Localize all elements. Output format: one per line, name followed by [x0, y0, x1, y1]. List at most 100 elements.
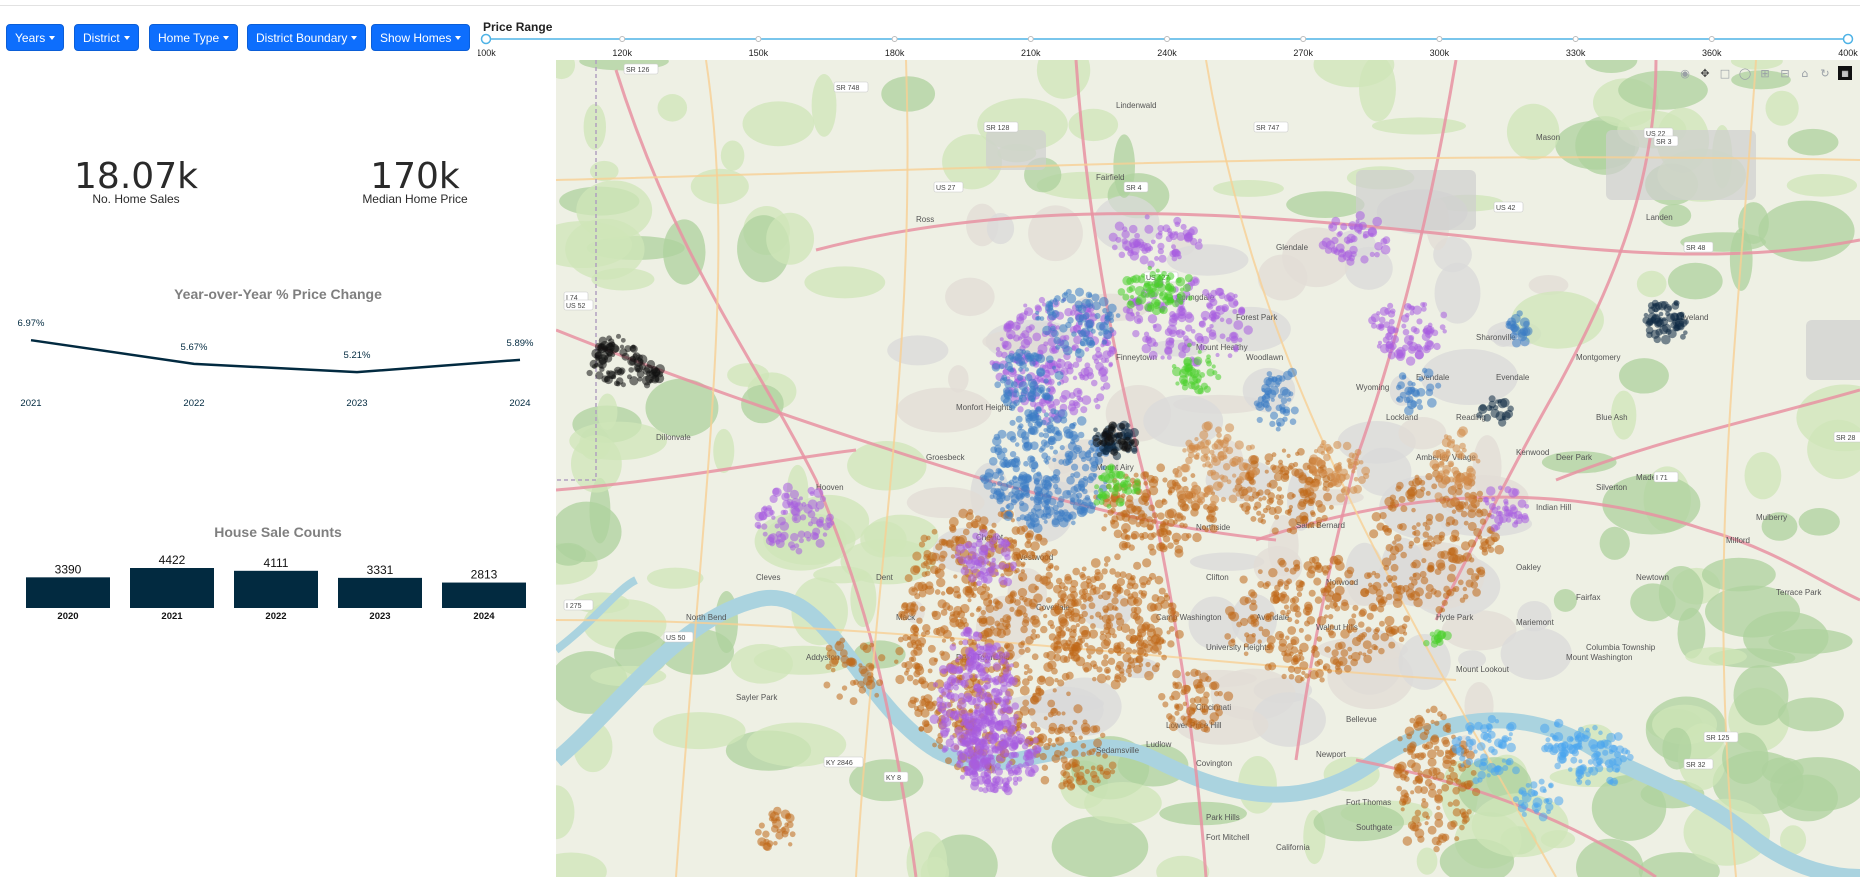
- home-sale-point[interactable]: [1275, 417, 1285, 427]
- home-sale-point[interactable]: [933, 657, 939, 663]
- home-sale-point[interactable]: [916, 704, 925, 713]
- home-sale-point[interactable]: [1045, 550, 1052, 557]
- home-sale-point[interactable]: [1268, 479, 1278, 489]
- home-sale-point[interactable]: [1007, 751, 1016, 759]
- home-sale-point[interactable]: [1374, 251, 1380, 258]
- home-sale-point[interactable]: [1148, 572, 1157, 580]
- home-sale-point[interactable]: [1174, 629, 1184, 639]
- home-sale-point[interactable]: [1111, 597, 1119, 605]
- home-sale-point[interactable]: [1124, 427, 1130, 433]
- home-sale-point[interactable]: [1022, 596, 1028, 603]
- home-sale-point[interactable]: [941, 638, 947, 643]
- home-sale-point[interactable]: [1040, 625, 1048, 634]
- home-sale-point[interactable]: [822, 532, 828, 537]
- home-sale-point[interactable]: [982, 787, 989, 794]
- home-sale-point[interactable]: [1500, 397, 1510, 408]
- home-sale-point[interactable]: [942, 745, 949, 752]
- home-sale-point[interactable]: [1395, 384, 1402, 391]
- home-sale-point[interactable]: [1444, 749, 1450, 755]
- home-sale-point[interactable]: [1427, 757, 1437, 767]
- home-sale-point[interactable]: [1121, 445, 1128, 452]
- home-sale-point[interactable]: [1651, 302, 1661, 313]
- home-sale-point[interactable]: [968, 738, 977, 746]
- home-sale-point[interactable]: [1479, 403, 1487, 412]
- home-sale-point[interactable]: [1441, 783, 1450, 792]
- home-sale-point[interactable]: [931, 610, 938, 617]
- home-sale-point[interactable]: [1196, 369, 1201, 374]
- home-sale-point[interactable]: [920, 631, 927, 638]
- home-sale-point[interactable]: [629, 376, 639, 386]
- home-sale-point[interactable]: [968, 574, 977, 583]
- home-sale-point[interactable]: [1086, 644, 1096, 655]
- home-sale-point[interactable]: [1046, 424, 1056, 434]
- home-sale-point[interactable]: [980, 475, 990, 484]
- home-sale-point[interactable]: [1440, 713, 1447, 721]
- home-sale-point[interactable]: [953, 590, 961, 599]
- home-sale-point[interactable]: [1570, 756, 1578, 764]
- home-sale-point[interactable]: [1269, 420, 1276, 427]
- home-sale-point[interactable]: [1079, 625, 1090, 636]
- home-sale-point[interactable]: [1538, 778, 1545, 785]
- home-sale-point[interactable]: [1501, 758, 1506, 763]
- home-sale-point[interactable]: [1476, 508, 1482, 514]
- home-sale-point[interactable]: [1088, 629, 1099, 639]
- home-sale-point[interactable]: [1175, 276, 1186, 287]
- home-sale-point[interactable]: [929, 714, 940, 725]
- price-range-track[interactable]: 100k 120k 150k 180k 210k 240k 270k 300k 330k 360k…: [478, 33, 1860, 59]
- home-sale-point[interactable]: [1028, 459, 1039, 470]
- home-sale-point[interactable]: [1513, 520, 1519, 525]
- home-sale-point[interactable]: [1142, 639, 1148, 645]
- home-sale-point[interactable]: [1051, 754, 1061, 763]
- home-sale-point[interactable]: [1388, 318, 1395, 325]
- home-sale-point[interactable]: [1196, 681, 1204, 689]
- home-sale-point[interactable]: [1023, 460, 1029, 467]
- home-sale-point[interactable]: [1032, 554, 1037, 560]
- home-sale-point[interactable]: [1267, 492, 1275, 500]
- home-sale-point[interactable]: [1108, 363, 1113, 368]
- home-sale-point[interactable]: [1539, 786, 1547, 793]
- home-sale-point[interactable]: [1098, 474, 1106, 482]
- home-sale-point[interactable]: [1409, 310, 1415, 316]
- home-sale-point[interactable]: [1442, 329, 1447, 334]
- home-sale-point[interactable]: [1281, 673, 1287, 680]
- home-sale-point[interactable]: [1413, 536, 1421, 544]
- home-sale-point[interactable]: [1079, 340, 1086, 347]
- home-sale-point[interactable]: [1129, 294, 1135, 300]
- home-sale-point[interactable]: [1331, 649, 1339, 657]
- home-sale-point[interactable]: [1031, 618, 1041, 628]
- home-sale-point[interactable]: [921, 719, 930, 728]
- home-sale-point[interactable]: [1101, 526, 1107, 532]
- home-sale-point[interactable]: [1507, 320, 1517, 331]
- home-sale-point[interactable]: [1167, 715, 1176, 723]
- home-sale-point[interactable]: [1125, 311, 1135, 322]
- home-sale-point[interactable]: [1219, 317, 1225, 323]
- home-sale-point[interactable]: [1294, 619, 1300, 625]
- home-sale-point[interactable]: [926, 535, 931, 541]
- home-sale-point[interactable]: [951, 678, 960, 687]
- home-sale-point[interactable]: [1288, 673, 1295, 680]
- home-sale-point[interactable]: [1090, 379, 1098, 387]
- home-sale-point[interactable]: [1567, 767, 1573, 772]
- home-sale-point[interactable]: [941, 717, 952, 728]
- home-sale-point[interactable]: [1422, 768, 1433, 779]
- home-sale-point[interactable]: [1045, 597, 1052, 604]
- home-sale-point[interactable]: [1185, 671, 1191, 677]
- home-sale-point[interactable]: [1076, 777, 1081, 782]
- home-sale-point[interactable]: [1353, 224, 1363, 233]
- years-dropdown[interactable]: Years: [6, 24, 65, 51]
- home-sale-point[interactable]: [1017, 587, 1028, 598]
- home-sale-point[interactable]: [970, 566, 978, 574]
- home-sale-point[interactable]: [1289, 418, 1297, 425]
- home-sale-point[interactable]: [1264, 453, 1274, 463]
- home-sale-point[interactable]: [1194, 454, 1200, 460]
- home-sale-point[interactable]: [1235, 491, 1241, 497]
- home-sale-point[interactable]: [797, 530, 806, 539]
- home-sale-point[interactable]: [1093, 738, 1102, 748]
- home-sale-point[interactable]: [1122, 276, 1132, 286]
- home-sale-point[interactable]: [1019, 685, 1030, 696]
- home-sale-point[interactable]: [1264, 469, 1269, 474]
- home-sale-point[interactable]: [1271, 527, 1279, 535]
- home-sale-point[interactable]: [1283, 604, 1290, 610]
- home-sale-point[interactable]: [1120, 510, 1128, 518]
- home-sale-point[interactable]: [955, 658, 960, 663]
